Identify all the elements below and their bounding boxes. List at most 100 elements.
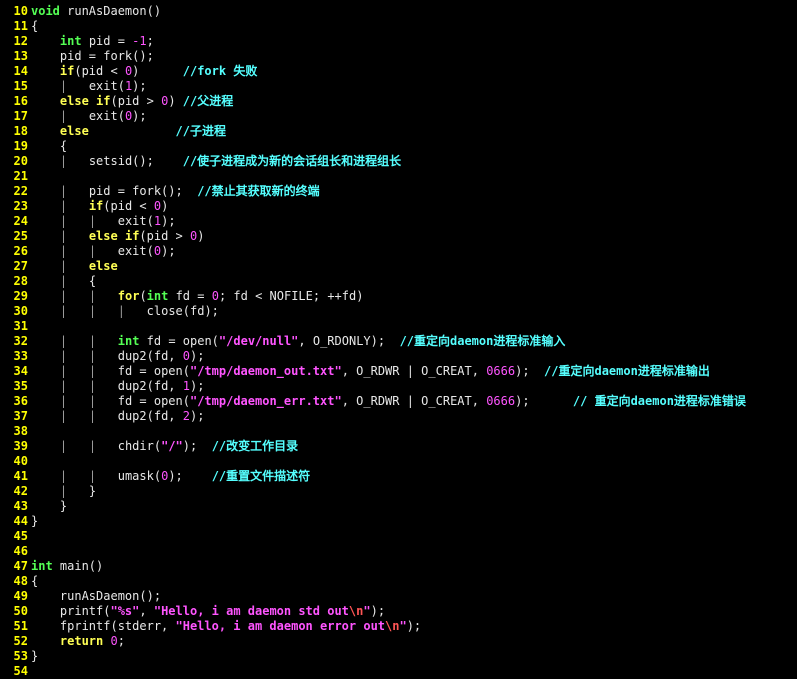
code-line[interactable]: 39 | | chdir("/"); //改变工作目录 [0, 439, 797, 454]
code-line[interactable]: 51 fprintf(stderr, "Hello, i am daemon e… [0, 619, 797, 634]
code-line[interactable]: 20 | setsid(); //使子进程成为新的会话组长和进程组长 [0, 154, 797, 169]
string-token: " [363, 604, 371, 618]
code-line[interactable]: 54 [0, 664, 797, 679]
line-number: 26 [13, 244, 28, 258]
code-token: (pid > [139, 229, 190, 243]
code-line[interactable]: 40 [0, 454, 797, 469]
code-line[interactable]: 24 | | exit(1); [0, 214, 797, 229]
code-line[interactable]: 47 int main() [0, 559, 797, 574]
code-line[interactable]: 38 [0, 424, 797, 439]
code-line[interactable]: 41 | | umask(0); //重置文件描述符 [0, 469, 797, 484]
number-token: -1 [132, 34, 147, 48]
code-token: { [31, 574, 39, 588]
code-line[interactable]: 31 [0, 319, 797, 334]
code-token: ; [117, 634, 125, 648]
code-line[interactable]: 26 | | exit(0); [0, 244, 797, 259]
code-text: | | int fd = open("/dev/null", O_RDONLY)… [31, 334, 797, 349]
code-line[interactable]: 43 } [0, 499, 797, 514]
code-text: else //子进程 [31, 124, 797, 139]
code-token: pid = [81, 34, 133, 48]
line-number: 20 [13, 154, 28, 168]
code-line[interactable]: 16 else if(pid > 0) //父进程 [0, 94, 797, 109]
line-number: 15 [13, 79, 28, 93]
code-line[interactable]: 23 | if(pid < 0) [0, 199, 797, 214]
code-line[interactable]: 36 | | fd = open("/tmp/daemon_err.txt", … [0, 394, 797, 409]
code-line[interactable]: 11{ [0, 19, 797, 34]
code-text: int main() [31, 559, 797, 574]
code-text: | | umask(0); //重置文件描述符 [31, 469, 797, 484]
string-token: "/tmp/daemon_out.txt" [189, 364, 342, 378]
code-line[interactable]: 45 [0, 529, 797, 544]
code-line[interactable]: 22 | pid = fork(); //禁止其获取新的终端 [0, 184, 797, 199]
code-token: ) [197, 229, 205, 243]
code-line[interactable]: 19 { [0, 139, 797, 154]
code-line[interactable]: 35 | | dup2(fd, 1); [0, 379, 797, 394]
code-token: , [139, 604, 154, 618]
line-number: 23 [13, 199, 28, 213]
code-text: int pid = -1; [31, 34, 797, 49]
code-line[interactable]: 46 [0, 544, 797, 559]
keyword-token: return [59, 634, 104, 648]
code-line[interactable]: 25 | else if(pid > 0) [0, 229, 797, 244]
code-line[interactable]: 15 | exit(1); [0, 79, 797, 94]
line-number: 38 [13, 424, 28, 438]
code-line[interactable]: 49 runAsDaemon(); [0, 589, 797, 604]
code-line[interactable]: 29 | | for(int fd = 0; fd < NOFILE; ++fd… [0, 289, 797, 304]
code-line[interactable]: 34 | | fd = open("/tmp/daemon_out.txt", … [0, 364, 797, 379]
code-token: ); [406, 619, 422, 633]
string-token: "/" [161, 439, 183, 453]
code-line[interactable]: 13 pid = fork(); [0, 49, 797, 64]
code-line[interactable]: 33 | | dup2(fd, 0); [0, 349, 797, 364]
line-number: 28 [13, 274, 28, 288]
code-line[interactable]: 53} [0, 649, 797, 664]
code-token: printf( [31, 604, 111, 618]
line-number: 48 [13, 574, 28, 588]
line-number: 22 [13, 184, 28, 198]
code-line[interactable]: 52 return 0; [0, 634, 797, 649]
indent-guide: | [88, 349, 97, 363]
code-text: runAsDaemon(); [31, 589, 797, 604]
code-line[interactable]: 44} [0, 514, 797, 529]
code-line[interactable]: 32 | | int fd = open("/dev/null", O_RDON… [0, 334, 797, 349]
keyword-token: else [88, 259, 118, 273]
code-line[interactable]: 14 if(pid < 0) //fork 失败 [0, 64, 797, 79]
code-text: } [31, 499, 797, 514]
code-editor[interactable]: 10 void runAsDaemon() 11{12 int pid = -1; 1… [0, 0, 797, 679]
code-text: { [31, 19, 797, 34]
code-line[interactable]: 21 [0, 169, 797, 184]
code-line[interactable]: 18 else //子进程 [0, 124, 797, 139]
code-line[interactable]: 42 | } [0, 484, 797, 499]
code-line[interactable]: 12 int pid = -1; [0, 34, 797, 49]
code-line[interactable]: 50 printf("%s", "Hello, i am daemon std … [0, 604, 797, 619]
line-number: 47 [13, 559, 28, 573]
code-line[interactable]: 10 void runAsDaemon() [0, 4, 797, 19]
code-text: } [31, 514, 797, 529]
code-token: } [31, 499, 68, 513]
line-number: 39 [13, 439, 28, 453]
code-line[interactable]: 17 | exit(0); [0, 109, 797, 124]
line-number: 34 [13, 364, 28, 378]
line-number: 50 [13, 604, 28, 618]
code-token: ); [161, 244, 176, 258]
code-text: | setsid(); //使子进程成为新的会话组长和进程组长 [31, 154, 797, 169]
code-line[interactable]: 37 | | dup2(fd, 2); [0, 409, 797, 424]
code-line[interactable]: 28 | { [0, 274, 797, 289]
code-line[interactable]: 30 | | | close(fd); [0, 304, 797, 319]
code-text: | } [31, 484, 797, 499]
code-line[interactable]: 27 | else [0, 259, 797, 274]
code-line[interactable]: 48{ [0, 574, 797, 589]
line-number: 42 [13, 484, 28, 498]
